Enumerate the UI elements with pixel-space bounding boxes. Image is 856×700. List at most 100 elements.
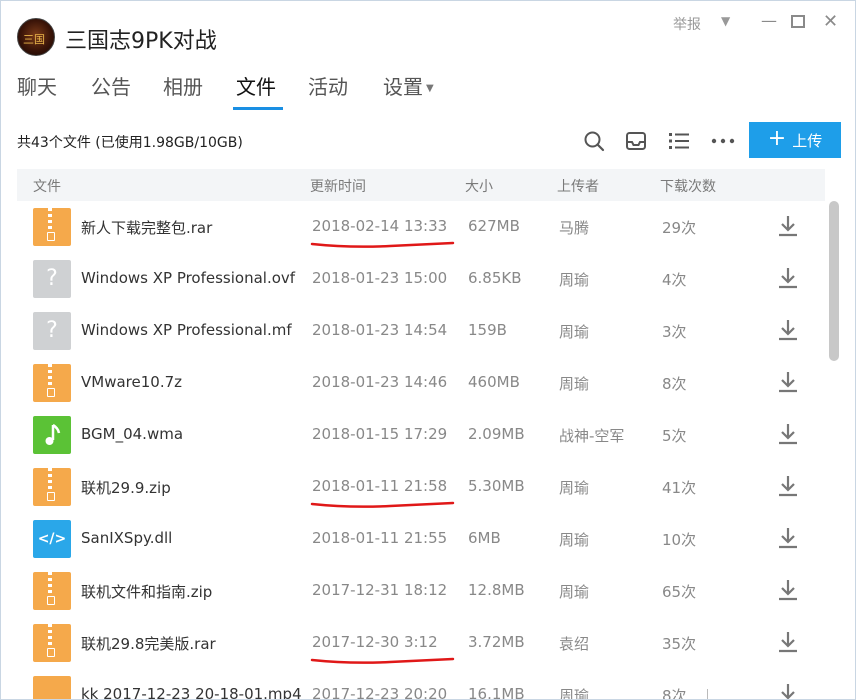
file-download-count: 4次 [662, 271, 687, 289]
file-download-count: 3次 [662, 323, 687, 341]
file-download-count: 41次 [662, 479, 697, 497]
download-icon[interactable] [777, 526, 799, 550]
file-table: 文件 更新时间 大小 上传者 下载次数 新人下载完整包.rar 2018-02-1… [17, 169, 841, 700]
header-name[interactable]: 文件 [33, 176, 61, 196]
file-uploader: 周瑜 [559, 531, 590, 549]
more-icon[interactable] [711, 129, 735, 153]
file-uploader: 战神-空军 [559, 427, 625, 445]
tray-icon[interactable] [624, 129, 648, 153]
file-size: 2.09MB [468, 425, 525, 443]
download-icon[interactable] [777, 370, 799, 394]
file-updated-time: 2018-02-14 13:33 [312, 217, 448, 235]
zip-file-icon [33, 624, 71, 662]
tab-bar: 聊天 公告 相册 文件 活动 设置 ▼ [1, 67, 855, 111]
file-name[interactable]: VMware10.7z [81, 373, 182, 391]
file-name[interactable]: 联机29.8完美版.rar [81, 633, 216, 654]
file-name[interactable]: BGM_04.wma [81, 425, 183, 443]
table-row[interactable]: 联机29.8完美版.rar 2017-12-30 3:12 3.72MB 袁绍 35次 [17, 617, 825, 669]
table-row[interactable]: VMware10.7z 2018-01-23 14:46 460MB 周瑜 8次 [17, 357, 825, 409]
file-updated-time: 2018-01-23 14:54 [312, 321, 448, 339]
tab-settings[interactable]: 设置 ▼ [383, 71, 434, 100]
tab-files[interactable]: 文件 [236, 71, 276, 100]
file-uploader: 袁绍 [559, 635, 590, 653]
unknown-file-icon: ? [33, 312, 71, 350]
group-chat-window: 三国志9PK对战 举报 ▼ — ✕ 聊天 公告 相册 文件 活动 设置▼ 共43… [0, 0, 856, 700]
file-updated-time: 2018-01-11 21:58 [312, 477, 448, 495]
file-download-count: 65次 [662, 583, 697, 601]
file-name[interactable]: 新人下载完整包.rar [81, 217, 212, 238]
table-row[interactable]: </> SanIXSpy.dll 2018-01-11 21:55 6MB 周瑜 10次 [17, 513, 825, 565]
table-row[interactable]: 新人下载完整包.rar 2018-02-14 13:33 627MB 马腾 29次 [17, 201, 825, 253]
red-underline-annotation [310, 501, 455, 508]
file-uploader: 马腾 [559, 219, 590, 237]
tab-announcement[interactable]: 公告 [91, 71, 131, 100]
close-icon[interactable]: ✕ [823, 11, 838, 32]
download-icon[interactable] [777, 474, 799, 498]
download-icon[interactable] [777, 266, 799, 290]
table-row[interactable]: 联机29.9.zip 2018-01-11 21:58 5.30MB 周瑜 41次 [17, 461, 825, 513]
table-row[interactable]: ? Windows XP Professional.mf 2018-01-23 14… [17, 305, 825, 357]
zip-file-icon [33, 572, 71, 610]
file-updated-time: 2017-12-23 20:20 [312, 685, 448, 700]
file-download-count: 10次 [662, 531, 697, 549]
download-icon[interactable] [777, 422, 799, 446]
file-name[interactable]: 联机29.9.zip [81, 477, 171, 498]
file-name[interactable]: SanIXSpy.dll [81, 529, 172, 547]
report-link[interactable]: 举报 [673, 14, 701, 34]
table-row[interactable]: ? Windows XP Professional.ovf 2018-01-23 1… [17, 253, 825, 305]
file-size: 5.30MB [468, 477, 525, 495]
download-icon[interactable] [777, 214, 799, 238]
download-icon[interactable] [777, 318, 799, 342]
file-name[interactable]: Windows XP Professional.mf [81, 321, 292, 339]
download-icon[interactable] [777, 682, 799, 700]
file-download-count: 5次 [662, 427, 687, 445]
file-download-count: 35次 [662, 635, 697, 653]
file-size: 16.1MB [468, 685, 525, 700]
caret-down-icon: ▼ [426, 83, 434, 94]
unknown-file-icon: ? [33, 260, 71, 298]
tab-chat[interactable]: 聊天 [17, 71, 57, 100]
download-icon[interactable] [777, 578, 799, 602]
search-icon[interactable] [582, 129, 606, 153]
file-download-count: 8次 [662, 375, 687, 393]
title-bar: 三国志9PK对战 举报 ▼ — ✕ [1, 1, 855, 65]
scrollbar-thumb[interactable] [829, 201, 839, 361]
zip-file-icon [33, 364, 71, 402]
table-row[interactable]: kk 2017-12-23 20-18-01.mp4 2017-12-23 20:… [17, 669, 825, 700]
header-uploader[interactable]: 上传者 [557, 176, 599, 196]
list-view-icon[interactable] [667, 129, 691, 153]
file-uploader: 周瑜 [559, 271, 590, 289]
file-download-count: 29次 [662, 219, 697, 237]
tab-activity[interactable]: 活动 [308, 71, 348, 100]
file-name[interactable]: Windows XP Professional.ovf [81, 269, 295, 287]
upload-button[interactable]: + 上传 [749, 122, 841, 158]
header-updated[interactable]: 更新时间 [310, 176, 366, 196]
upload-label: 上传 [792, 131, 823, 150]
download-icon[interactable] [777, 630, 799, 654]
header-size[interactable]: 大小 [465, 176, 493, 196]
tab-album[interactable]: 相册 [163, 71, 203, 100]
file-updated-time: 2018-01-23 15:00 [312, 269, 448, 287]
table-header: 文件 更新时间 大小 上传者 下载次数 [17, 169, 825, 201]
red-underline-annotation [310, 657, 455, 664]
code-file-icon: </> [33, 520, 71, 558]
header-downloads[interactable]: 下载次数 [660, 176, 716, 196]
file-updated-time: 2018-01-15 17:29 [312, 425, 448, 443]
file-name[interactable]: kk 2017-12-23 20-18-01.mp4 [81, 685, 302, 699]
maximize-icon[interactable] [791, 15, 805, 28]
file-uploader: 周瑜 [559, 323, 590, 341]
group-title: 三国志9PK对战 [65, 29, 217, 54]
group-avatar[interactable] [17, 18, 55, 56]
file-name[interactable]: 联机文件和指南.zip [81, 581, 212, 602]
table-row[interactable]: BGM_04.wma 2018-01-15 17:29 2.09MB 战神-空军 5次 [17, 409, 825, 461]
minimize-icon[interactable]: — [761, 11, 777, 30]
zip-file-icon [33, 468, 71, 506]
plus-icon: + [767, 125, 787, 151]
file-uploader: 周瑜 [559, 479, 590, 497]
chevron-down-icon[interactable]: ▼ [721, 14, 730, 28]
file-updated-time: 2017-12-30 3:12 [312, 633, 438, 651]
file-download-count: 8次 [662, 687, 687, 700]
red-underline-annotation [310, 241, 455, 248]
zip-file-icon [33, 208, 71, 246]
table-row[interactable]: 联机文件和指南.zip 2017-12-31 18:12 12.8MB 周瑜 65次 [17, 565, 825, 617]
